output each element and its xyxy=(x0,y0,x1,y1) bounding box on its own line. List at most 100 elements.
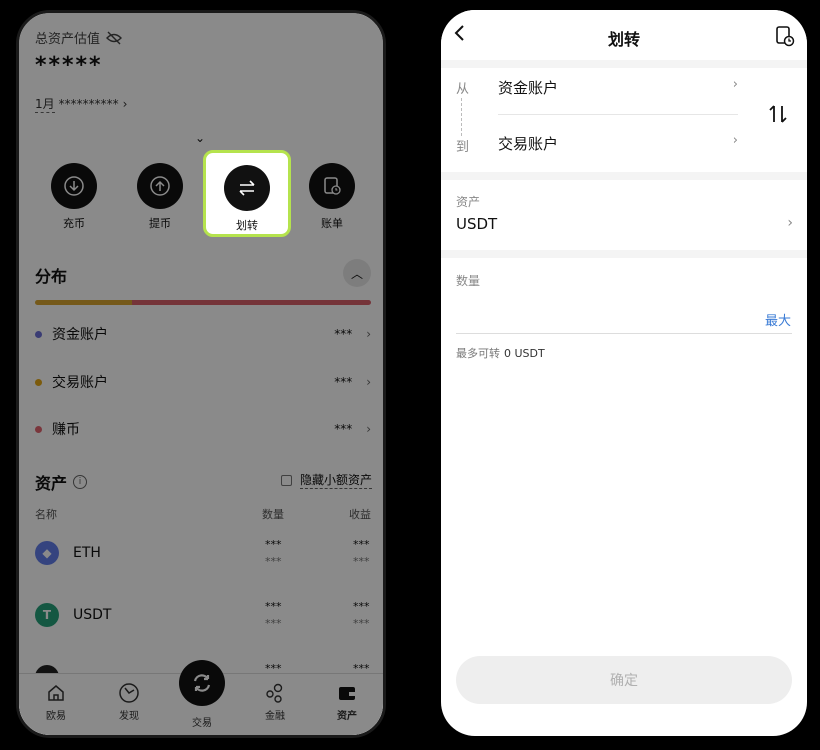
page-title: 划转 xyxy=(607,30,640,49)
asset-amount: *** xyxy=(265,600,282,613)
nav-assets[interactable]: 资产 xyxy=(317,682,377,722)
distribution-bar-segment xyxy=(35,300,133,305)
from-to-connector xyxy=(461,98,462,136)
nav-assets-label: 资产 xyxy=(337,711,357,722)
to-label: 到 xyxy=(456,140,470,155)
bill-label: 账单 xyxy=(321,217,343,230)
withdraw-icon xyxy=(150,176,170,196)
column-header-amount: 数量 xyxy=(262,508,284,521)
nav-finance[interactable]: 金融 xyxy=(245,682,305,722)
chevron-right-icon: › xyxy=(366,422,371,436)
nav-trade-label: 交易 xyxy=(192,718,212,729)
valuation-label-text: 总资产估值 xyxy=(35,32,101,47)
discover-icon xyxy=(119,683,139,703)
assets-title: 资产 i xyxy=(35,470,88,494)
nav-discover[interactable]: 发现 xyxy=(99,682,159,722)
info-icon[interactable]: i xyxy=(73,475,88,489)
asset-amount-sub: *** xyxy=(265,555,282,568)
bill-button[interactable]: 账单 xyxy=(302,163,362,231)
distribution-bar-segment xyxy=(132,300,371,305)
section-separator xyxy=(441,172,807,180)
deposit-icon xyxy=(64,176,84,196)
column-header-pnl: 收益 xyxy=(349,508,371,521)
action-bar: 充币 提币 账单 xyxy=(19,163,383,230)
withdraw-button[interactable]: 提币 xyxy=(130,163,190,231)
confirm-button[interactable]: 确定 xyxy=(456,656,792,704)
chevron-up-icon[interactable]: ︿ xyxy=(343,259,371,287)
eye-hidden-icon[interactable] xyxy=(106,31,123,45)
withdraw-label: 提币 xyxy=(149,217,171,230)
trade-icon xyxy=(193,674,211,692)
dot-icon xyxy=(35,378,42,386)
from-label: 从 xyxy=(456,82,470,97)
distribution-row-name: 交易账户 xyxy=(52,375,108,391)
asset-value: USDT xyxy=(456,215,498,233)
asset-pnl-sub: *** xyxy=(353,617,370,630)
asset-symbol: ETH xyxy=(73,545,101,561)
asset-amount: *** xyxy=(265,538,282,551)
amount-label: 数量 xyxy=(456,274,481,288)
amount-underline xyxy=(456,333,792,334)
chevron-right-icon: › xyxy=(366,327,371,341)
dot-icon xyxy=(35,425,42,433)
chevron-down-icon[interactable]: ⌄ xyxy=(195,131,205,145)
dot-icon xyxy=(35,330,42,338)
transfer-screen: 划转 从 到 资金账户 › 交易账户 › 资产 USDT › 数量 最大 最多可… xyxy=(441,10,807,736)
header: 划转 xyxy=(441,10,807,60)
distribution-bar xyxy=(35,300,371,305)
asset-pnl-sub: *** xyxy=(353,555,370,568)
distribution-row-value: *** xyxy=(334,375,353,389)
assets-screen: 总资产估值 ***** 1月 ********** › ⌄ 充币 提币 账单 分… xyxy=(16,10,386,738)
distribution-row-value: *** xyxy=(334,327,353,341)
from-account-name: 资金账户 xyxy=(498,79,559,97)
column-header-name: 名称 xyxy=(35,508,57,521)
available-amount: 最多可转 0 USDT xyxy=(456,345,545,361)
checkbox[interactable] xyxy=(281,474,292,486)
distribution-title: 分布 xyxy=(35,267,68,286)
assets-title-text: 资产 xyxy=(35,474,68,493)
asset-symbol: USDT xyxy=(73,607,112,623)
transfer-history-icon[interactable] xyxy=(775,25,795,47)
nav-home[interactable]: 欧易 xyxy=(26,682,86,722)
distribution-row-name: 资金账户 xyxy=(52,327,108,343)
bottom-nav: 欧易 发现 交易 金融 资产 xyxy=(19,660,383,735)
to-account-name: 交易账户 xyxy=(498,135,559,153)
account-divider xyxy=(498,114,738,115)
asset-pnl: *** xyxy=(353,538,370,551)
period-selector[interactable]: 1月 ********** › xyxy=(35,95,127,113)
nav-finance-label: 金融 xyxy=(265,711,285,722)
valuation-label: 总资产估值 xyxy=(35,28,123,47)
section-separator xyxy=(441,60,807,68)
hide-small-assets-toggle[interactable]: 隐藏小额资产 xyxy=(281,471,373,489)
asset-row-usdt[interactable]: T USDT *** *** *** *** xyxy=(35,596,371,636)
asset-selector[interactable]: USDT › xyxy=(441,210,807,240)
asset-row-eth[interactable]: ◆ ETH *** *** *** *** xyxy=(35,534,371,574)
transfer-button[interactable]: 划转 xyxy=(203,150,291,237)
chevron-right-icon: › xyxy=(732,133,738,148)
distribution-row-funding[interactable]: 资金账户 *** › xyxy=(35,323,371,345)
available-label: 最多可转 xyxy=(456,347,500,360)
deposit-button[interactable]: 充币 xyxy=(44,163,104,231)
period-value: ********** xyxy=(58,97,119,111)
distribution-row-name: 赚币 xyxy=(52,422,80,438)
chevron-right-icon: › xyxy=(732,77,738,92)
chevron-right-icon: › xyxy=(366,375,371,389)
asset-label: 资产 xyxy=(456,195,481,209)
distribution-row-earn[interactable]: 赚币 *** › xyxy=(35,418,371,440)
distribution-row-trading[interactable]: 交易账户 *** › xyxy=(35,371,371,393)
nav-trade-button[interactable] xyxy=(179,660,225,706)
deposit-label: 充币 xyxy=(63,217,85,230)
wallet-icon xyxy=(339,687,355,700)
finance-icon xyxy=(266,683,283,703)
swap-accounts-icon[interactable] xyxy=(767,103,789,125)
chevron-right-icon: › xyxy=(787,215,793,231)
to-account-selector[interactable]: 交易账户 › xyxy=(498,133,738,154)
max-button[interactable]: 最大 xyxy=(765,310,791,329)
from-account-selector[interactable]: 资金账户 › xyxy=(498,77,738,98)
available-value: 0 USDT xyxy=(504,347,545,360)
amount-input[interactable] xyxy=(456,304,756,332)
transfer-label: 划转 xyxy=(236,219,258,232)
nav-discover-label: 发现 xyxy=(119,711,139,722)
period-label: 1月 xyxy=(35,97,55,113)
asset-amount-sub: *** xyxy=(265,617,282,630)
